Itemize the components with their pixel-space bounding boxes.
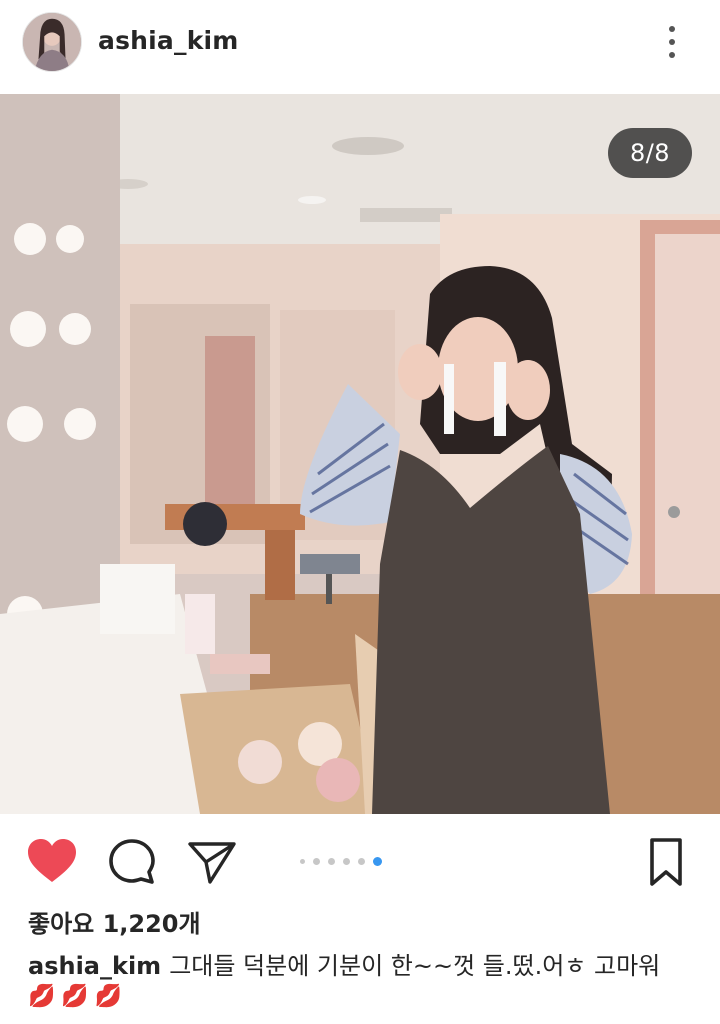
carousel-dot bbox=[313, 858, 320, 865]
more-vertical-icon[interactable] bbox=[660, 24, 684, 60]
username[interactable]: ashia_kim bbox=[98, 26, 239, 55]
bookmark-icon[interactable] bbox=[644, 836, 688, 888]
carousel-indicator bbox=[300, 857, 382, 866]
post-image bbox=[0, 94, 720, 814]
carousel-dot-active bbox=[373, 857, 382, 866]
heart-icon[interactable] bbox=[26, 836, 78, 888]
carousel-dot bbox=[343, 858, 350, 865]
post-header: ashia_kim bbox=[0, 0, 720, 94]
carousel-dot bbox=[328, 858, 335, 865]
action-bar bbox=[0, 820, 720, 904]
caption-text: 그대들 덕분에 기분이 한~~껏 들.떴.어ㅎ 고마워 bbox=[169, 952, 661, 980]
carousel-dot bbox=[300, 859, 305, 864]
caption: ashia_kim 그대들 덕분에 기분이 한~~껏 들.떴.어ㅎ 고마워 bbox=[28, 948, 708, 984]
post-photo[interactable]: 8/8 bbox=[0, 94, 720, 814]
comment-icon[interactable] bbox=[106, 836, 158, 888]
carousel-counter: 8/8 bbox=[608, 128, 692, 178]
avatar[interactable] bbox=[22, 12, 82, 72]
caption-emoji: 💋💋💋 bbox=[28, 984, 129, 1009]
likes-count[interactable]: 좋아요 1,220개 bbox=[28, 904, 201, 939]
send-icon[interactable] bbox=[186, 836, 238, 888]
carousel-dot bbox=[358, 858, 365, 865]
caption-username[interactable]: ashia_kim bbox=[28, 952, 161, 980]
